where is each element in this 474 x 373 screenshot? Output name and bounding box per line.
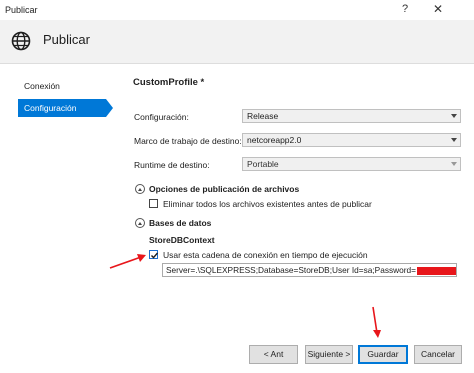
arrow-to-checkbox-icon: [109, 254, 146, 269]
annotation-arrows: [109, 254, 381, 338]
arrow-to-save-icon: [372, 306, 381, 338]
